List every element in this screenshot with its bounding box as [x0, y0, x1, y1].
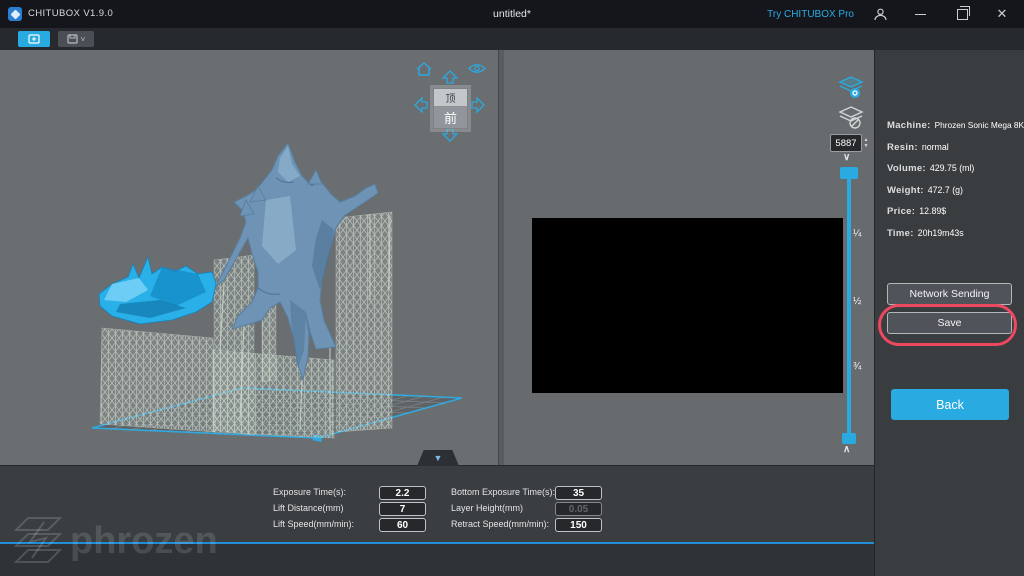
retract-speed-input[interactable] — [555, 518, 602, 532]
toolbar: ˅ — [0, 28, 1024, 51]
restore-icon — [957, 9, 968, 20]
weight-label: Weight: — [887, 185, 924, 196]
info-row-price: Price: 12.89$ — [887, 204, 1024, 217]
layer-height-input — [555, 502, 602, 516]
rotate-left-arrow-icon[interactable] — [414, 96, 428, 114]
fraction-three-quarter-label: ¾ — [853, 361, 861, 372]
fraction-half-label: ½ — [853, 296, 861, 307]
info-row-time: Time: 20h19m43s — [887, 226, 1024, 239]
time-value: 20h19m43s — [918, 228, 964, 238]
lift-speed-label: Lift Speed(mm/min): — [273, 518, 354, 531]
layer-spinner[interactable]: ▲ ▼ — [862, 135, 870, 151]
network-sending-button[interactable]: Network Sending — [887, 283, 1012, 305]
open-file-icon — [28, 34, 40, 44]
rotate-up-arrow-icon[interactable] — [441, 70, 459, 84]
price-label: Price: — [887, 206, 915, 217]
exposure-time-input[interactable] — [379, 486, 426, 500]
layer-slider-track[interactable] — [847, 170, 851, 438]
layer-height-label: Layer Height(mm) — [451, 502, 523, 515]
lift-distance-input[interactable] — [379, 502, 426, 516]
retract-speed-label: Retract Speed(mm/min): — [451, 518, 549, 531]
save-button[interactable]: Save — [887, 312, 1012, 334]
volume-label: Volume: — [887, 163, 926, 174]
lift-distance-label: Lift Distance(mm) — [273, 502, 344, 515]
save-file-icon — [67, 34, 78, 44]
back-button[interactable]: Back — [891, 389, 1009, 420]
weight-value: 472.7 (g) — [928, 185, 963, 195]
view-cube-front-face[interactable]: 前 — [434, 107, 467, 128]
viewport-3d[interactable]: 顶 前 — [0, 50, 498, 465]
slice-preview-panel: ▲ ▼ ∨ ¼ ½ ¾ ∧ — [504, 50, 874, 465]
rock-model[interactable] — [99, 257, 216, 324]
slider-chevron-up-icon[interactable]: ∧ — [843, 444, 850, 455]
save-file-button[interactable]: ˅ — [58, 31, 94, 47]
spin-down-icon[interactable]: ▼ — [864, 143, 869, 149]
layers-visible-icon[interactable] — [838, 76, 864, 100]
rotate-down-arrow-icon[interactable] — [441, 128, 459, 142]
collapse-panel-tab[interactable]: ▼ — [417, 450, 459, 466]
lift-speed-input[interactable] — [379, 518, 426, 532]
print-info-panel: Machine: Phrozen Sonic Mega 8K Resin: norm… — [874, 50, 1024, 576]
eye-icon[interactable] — [468, 62, 486, 75]
person-icon — [873, 7, 888, 22]
slider-chevron-down-icon[interactable]: ∨ — [843, 152, 850, 163]
minimize-button[interactable] — [906, 0, 934, 28]
info-row-weight: Weight: 472.7 (g) — [887, 183, 1024, 196]
price-value: 12.89$ — [919, 206, 946, 216]
restore-button[interactable] — [948, 0, 976, 28]
try-pro-link[interactable]: Try CHITUBOX Pro — [767, 9, 854, 20]
print-info-list: Machine: Phrozen Sonic Mega 8K Resin: norm… — [887, 118, 1024, 239]
volume-value: 429.75 (ml) — [930, 163, 975, 173]
rotate-right-arrow-icon[interactable] — [471, 96, 485, 114]
slice-preview-image — [532, 218, 843, 393]
machine-label: Machine: — [887, 120, 931, 131]
layer-number-input[interactable] — [830, 134, 862, 152]
machine-value: Phrozen Sonic Mega 8K — [935, 120, 1024, 130]
home-icon[interactable] — [415, 61, 433, 77]
chitubox-window: CHITUBOX V1.9.0 untitled* Try CHITUBOX P… — [0, 0, 1024, 576]
resin-label: Resin: — [887, 142, 918, 153]
nav-gizmo: 顶 前 — [0, 50, 498, 200]
bottom-exposure-time-label: Bottom Exposure Time(s): — [451, 486, 555, 499]
view-cube-top-face[interactable]: 顶 — [434, 89, 467, 107]
exposure-time-label: Exposure Time(s): — [273, 486, 346, 499]
layer-slider-handle[interactable] — [840, 167, 858, 179]
bottom-exposure-time-input[interactable] — [555, 486, 602, 500]
collapse-triangle-icon: ▼ — [434, 453, 443, 463]
info-row-resin: Resin: normal — [887, 140, 1024, 153]
print-settings-panel: ▼ Exposure Time(s): Lift Distance(mm) Li… — [0, 465, 874, 576]
layers-hidden-icon[interactable] — [838, 106, 864, 130]
info-row-machine: Machine: Phrozen Sonic Mega 8K — [887, 118, 1024, 131]
save-dropdown-chevron-icon: ˅ — [81, 35, 86, 44]
layer-slider-lower-handle[interactable] — [842, 433, 856, 444]
account-button[interactable] — [866, 0, 894, 28]
close-button[interactable]: ✕ — [988, 0, 1016, 28]
view-cube[interactable]: 顶 前 — [433, 88, 468, 129]
save-button-wrap: Save — [875, 311, 1024, 335]
open-file-button[interactable] — [18, 31, 50, 47]
info-row-volume: Volume: 429.75 (ml) — [887, 161, 1024, 174]
title-bar: CHITUBOX V1.9.0 untitled* Try CHITUBOX P… — [0, 0, 1024, 28]
time-label: Time: — [887, 228, 914, 239]
resin-value: normal — [922, 142, 949, 152]
bottom-strip — [0, 544, 874, 576]
fraction-quarter-label: ¼ — [853, 228, 861, 239]
